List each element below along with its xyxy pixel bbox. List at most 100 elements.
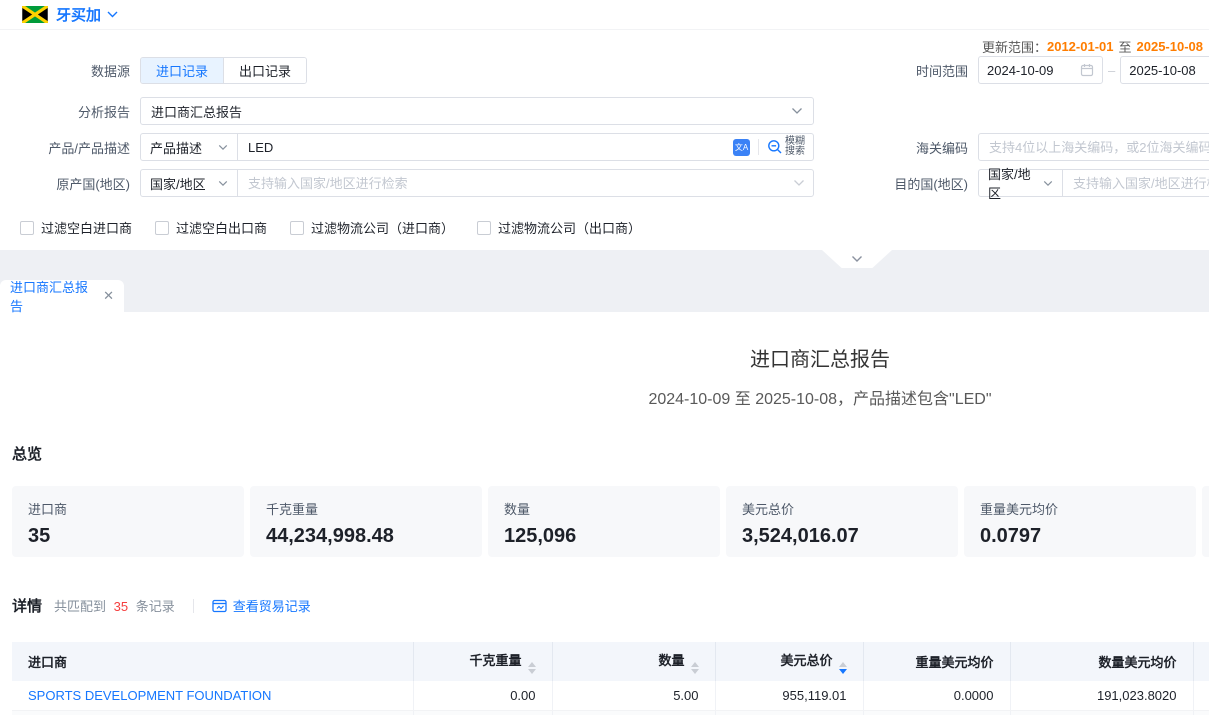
analysis-report-select[interactable]: 进口商汇总报告	[140, 97, 814, 125]
product-field-type-select[interactable]: 产品描述	[141, 134, 238, 160]
chevron-down-icon	[218, 180, 228, 187]
stat-card-label: 千克重量	[266, 499, 466, 518]
country-selector-label[interactable]: 牙买加	[56, 4, 101, 25]
checkbox-label: 过滤空白进口商	[41, 218, 132, 237]
tab-label: 进口商汇总报告	[10, 277, 97, 315]
collapse-panel-button[interactable]	[822, 250, 892, 268]
destination-country-group: 国家/地区	[978, 169, 1209, 197]
column-header-usd-total[interactable]: 美元总价	[715, 642, 863, 681]
tab-import-records[interactable]: 进口记录	[141, 58, 223, 83]
update-range-start: 2012-01-01	[1047, 39, 1114, 54]
filter-checkbox[interactable]: 过滤物流公司（出口商）	[477, 218, 641, 237]
stat-card-value: 35	[28, 525, 228, 548]
chevron-down-icon	[791, 107, 803, 115]
overview-heading: 总览	[12, 443, 1209, 464]
update-range-label: 更新范围：	[982, 37, 1047, 56]
tab-importer-summary-report[interactable]: 进口商汇总报告 ✕	[0, 280, 124, 312]
column-header-kg-weight[interactable]: 千克重量	[413, 642, 552, 681]
analysis-report-value: 进口商汇总报告	[151, 102, 791, 121]
report-title: 进口商汇总报告	[0, 312, 1209, 372]
fuzzy-search-label-line2: 搜索	[785, 147, 805, 157]
importer-link[interactable]: SPORTS DEVELOPMENT FOUNDATION	[28, 688, 271, 703]
sort-icon[interactable]	[691, 662, 699, 674]
stat-card: 进口商 35	[12, 486, 244, 557]
calendar-icon	[1080, 63, 1094, 77]
origin-country-group: 国家/地区	[140, 169, 814, 197]
filter-panel: 更新范围： 2012-01-01 至 2025-10-08 数据源 进口记录 出…	[0, 30, 1209, 250]
checkbox-label: 过滤物流公司（出口商）	[498, 218, 641, 237]
column-label: 重量美元均价	[915, 655, 993, 670]
stat-card: 数量125,096	[488, 486, 720, 557]
stat-card: 重量美元均价0.0797	[964, 486, 1196, 557]
details-heading: 详情	[12, 595, 42, 616]
data-source-segmented-control: 进口记录 出口记录	[140, 57, 307, 84]
cell-usd-per-kg: 0.0000	[863, 681, 1010, 710]
end-date-value: 2025-10-08	[1129, 63, 1209, 78]
column-label: 进口商	[28, 655, 67, 670]
tab-export-records[interactable]: 出口记录	[223, 58, 306, 83]
stat-card-value: 44,234,998.48	[266, 525, 466, 548]
stat-card-label: 进口商	[28, 499, 228, 518]
cell-quantity: 5.00	[552, 710, 715, 715]
trade-records-icon	[212, 599, 227, 613]
checkbox-label: 过滤物流公司（进口商）	[311, 218, 454, 237]
cell-extra	[1193, 681, 1209, 710]
view-trade-records-link[interactable]: 查看贸易记录	[212, 596, 311, 615]
fuzzy-search-icon	[767, 139, 783, 155]
destination-country-input[interactable]	[1063, 170, 1209, 196]
stat-card-partial	[1202, 486, 1209, 557]
column-label: 数量美元均价	[1098, 655, 1176, 670]
origin-field-type-value: 国家/地区	[150, 174, 218, 193]
table-body: SPORTS DEVELOPMENT FOUNDATION0.005.00955…	[12, 681, 1209, 715]
close-icon[interactable]: ✕	[103, 288, 114, 304]
update-range: 更新范围： 2012-01-01 至 2025-10-08	[982, 37, 1203, 56]
stat-card-value: 0.0797	[980, 525, 1180, 548]
product-field-type-value: 产品描述	[150, 138, 218, 157]
origin-country-input[interactable]	[238, 170, 793, 196]
destination-field-type-select[interactable]: 国家/地区	[979, 170, 1063, 196]
column-header-usd-per-qty: 数量美元均价	[1010, 642, 1193, 681]
start-date-input[interactable]: 2024-10-09	[978, 56, 1103, 84]
checkbox-icon[interactable]	[20, 221, 34, 235]
checkbox-icon[interactable]	[477, 221, 491, 235]
destination-country-label: 目的国(地区)	[860, 174, 968, 193]
chevron-down-icon	[218, 144, 228, 151]
filter-checkbox[interactable]: 过滤空白进口商	[20, 218, 132, 237]
cell-quantity: 5.00	[552, 681, 715, 710]
translate-icon[interactable]: 文A	[733, 139, 750, 156]
checkbox-icon[interactable]	[290, 221, 304, 235]
update-range-to: 至	[1118, 37, 1131, 56]
checkbox-icon[interactable]	[155, 221, 169, 235]
filter-checkbox[interactable]: 过滤物流公司（进口商）	[290, 218, 454, 237]
column-header-importer: 进口商	[12, 642, 413, 681]
fuzzy-search-button[interactable]: 模糊 搜索	[767, 137, 805, 157]
sort-icon[interactable]	[528, 662, 536, 674]
cell-importer: KIDTOPIA	[12, 710, 413, 715]
product-description-input[interactable]	[238, 134, 733, 160]
table-row: KIDTOPIA2,892.005.00190,239.9865.781538,…	[12, 710, 1209, 715]
details-header-row: 详情 共匹配到 35 条记录 查看贸易记录	[12, 595, 1209, 616]
chevron-down-icon	[793, 179, 805, 187]
filter-checkbox[interactable]: 过滤空白出口商	[155, 218, 267, 237]
update-range-end: 2025-10-08	[1137, 39, 1204, 54]
stat-card-value: 125,096	[504, 525, 704, 548]
cell-extra	[1193, 710, 1209, 715]
destination-field-type-value: 国家/地区	[988, 164, 1043, 202]
column-header-usd-per-kg: 重量美元均价	[863, 642, 1010, 681]
column-label: 千克重量	[469, 653, 521, 668]
cell-usd-per-qty: 191,023.8020	[1010, 681, 1193, 710]
cell-kg-weight: 2,892.00	[413, 710, 552, 715]
sort-icon[interactable]	[839, 662, 847, 674]
details-table: 进口商 千克重量 数量 美元总价 重量美元均价 数量美元均价 SPORTS DEVELOP…	[12, 642, 1209, 715]
cell-usd-per-kg: 65.7815	[863, 710, 1010, 715]
column-header-quantity[interactable]: 数量	[552, 642, 715, 681]
chevron-down-icon	[1043, 180, 1053, 187]
stat-card: 美元总价3,524,016.07	[726, 486, 958, 557]
end-date-input[interactable]: 2025-10-08	[1120, 56, 1209, 84]
column-label: 美元总价	[780, 653, 832, 668]
stat-card: 千克重量 44,234,998.48	[250, 486, 482, 557]
cell-usd-total: 955,119.01	[715, 681, 863, 710]
chevron-down-icon[interactable]	[107, 11, 118, 18]
origin-field-type-select[interactable]: 国家/地区	[141, 170, 238, 196]
hs-code-input[interactable]	[978, 133, 1209, 161]
